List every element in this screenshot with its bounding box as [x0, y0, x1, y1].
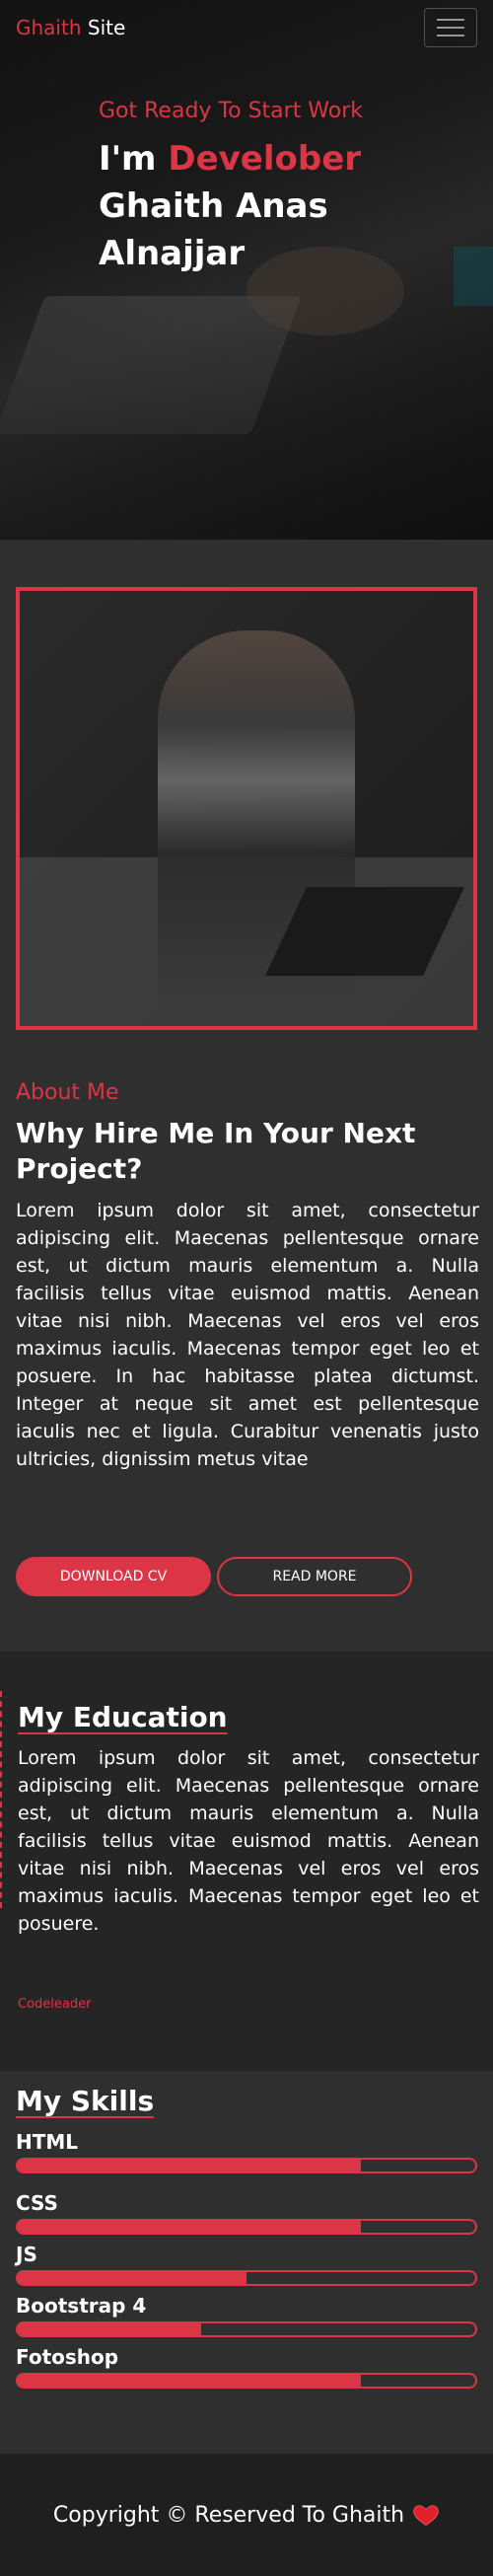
hero-title-highlight: Develober	[168, 139, 362, 179]
hero-subtitle: Got Ready To Start Work	[99, 99, 364, 123]
heart-icon	[413, 2505, 439, 2526]
brand-part1: Ghaith	[16, 16, 82, 39]
download-cv-button[interactable]: Download CV	[16, 1557, 211, 1596]
about-text: Lorem ipsum dolor sit amet, consectetur …	[16, 1200, 479, 1470]
skill-progress-track	[16, 2219, 477, 2235]
hero-title-prefix: I'm	[99, 139, 157, 179]
education-title: My Education	[18, 1701, 228, 1733]
skill-photoshop: Fotoshop	[16, 2345, 477, 2389]
about-section: About Me Why Hire Me In Your Next Projec…	[0, 540, 493, 1652]
about-title: Why Hire Me In Your Next Project?	[16, 1117, 416, 1185]
skill-html: HTML	[16, 2130, 477, 2173]
skill-progress-track	[16, 2373, 477, 2389]
education-text: Lorem ipsum dolor sit amet, consectetur …	[18, 1747, 479, 1935]
footer: Copyright © Reserved To Ghaith	[0, 2454, 493, 2576]
hero-section: Got Ready To Start Work I'm Develober Gh…	[0, 0, 493, 540]
skill-progress-track	[16, 2270, 477, 2286]
brand-logo[interactable]: Ghaith Site	[16, 16, 125, 39]
skills-section: My Skills HTML CSS JS Bootstrap 4 Fotosh…	[0, 2071, 493, 2454]
skills-title: My Skills	[16, 2085, 155, 2117]
brand-part2: Site	[87, 16, 126, 39]
skill-css: CSS	[16, 2191, 477, 2235]
skill-progress-fill	[18, 2160, 361, 2171]
hero-title: I'm Develober	[99, 135, 473, 183]
navbar: Ghaith Site	[0, 0, 493, 55]
skill-progress-track	[16, 2321, 477, 2337]
read-more-button[interactable]: Read More	[217, 1557, 412, 1596]
skill-progress-fill	[18, 2323, 201, 2335]
skill-bootstrap: Bootstrap 4	[16, 2294, 477, 2337]
skill-name: CSS	[16, 2191, 58, 2215]
skill-progress-track	[16, 2158, 477, 2173]
skill-progress-fill	[18, 2375, 361, 2387]
profile-photo	[16, 587, 477, 1030]
hero-text: Got Ready To Start Work I'm Develober Gh…	[99, 99, 473, 277]
education-section: My Education Lorem ipsum dolor sit amet,…	[0, 1652, 493, 2071]
skill-name: HTML	[16, 2130, 79, 2154]
education-organization: Codeleader	[18, 1997, 92, 2012]
skill-progress-fill	[18, 2221, 361, 2233]
hamburger-menu-icon[interactable]	[424, 8, 477, 47]
education-timeline-line	[0, 1691, 2, 1908]
skill-name: Fotoshop	[16, 2345, 119, 2369]
skill-progress-fill	[18, 2272, 246, 2284]
hero-name: Ghaith Anas Alnajjar	[99, 186, 328, 273]
skill-js: JS	[16, 2243, 477, 2286]
footer-copyright: Copyright © Reserved To Ghaith	[52, 2502, 405, 2528]
about-label: About Me	[16, 1080, 119, 1105]
skill-name: Bootstrap 4	[16, 2294, 147, 2318]
skill-name: JS	[16, 2243, 37, 2266]
